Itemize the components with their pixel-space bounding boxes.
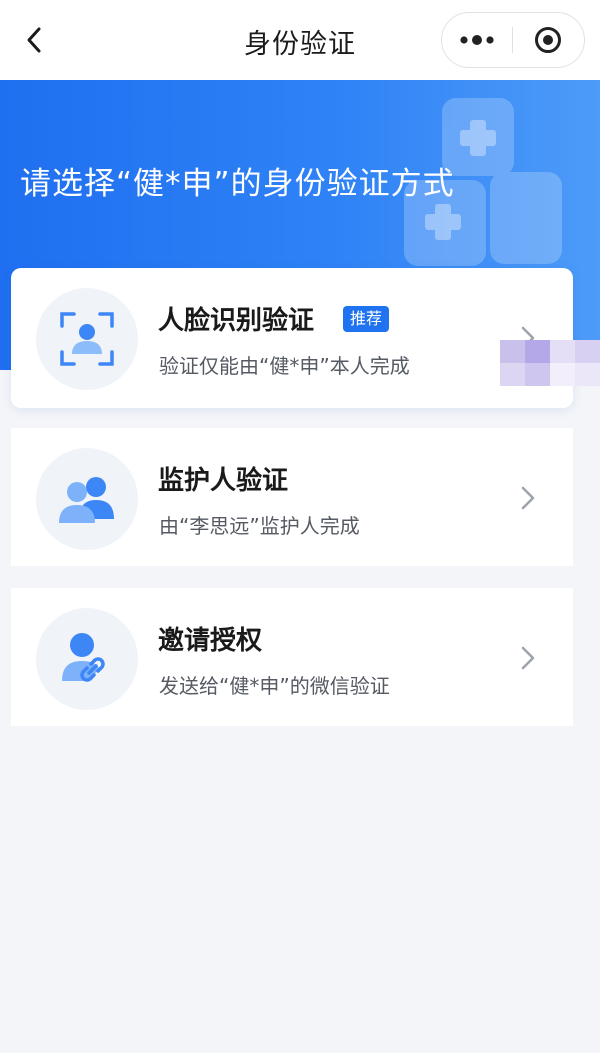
option-description: 由“李思远”监护人完成 — [159, 514, 360, 538]
recommend-badge: 推荐 — [343, 306, 390, 332]
mini-program-capsule — [441, 12, 585, 68]
option-icon-circle — [36, 608, 138, 710]
face-recognition-option[interactable]: 人脸识别验证 推荐 验证仅能由“健*申”本人完成 — [11, 268, 573, 408]
pixelated-redaction — [500, 340, 600, 386]
more-dots-icon — [460, 35, 494, 45]
guardian-verification-option[interactable]: 监护人验证 由“李思远”监护人完成 — [11, 428, 573, 566]
banner-title: 请选择“健*申”的身份验证方式 — [20, 166, 455, 202]
invite-authorization-option[interactable]: 邀请授权 发送给“健*申”的微信验证 — [11, 588, 573, 726]
face-scan-icon — [60, 312, 114, 366]
option-description: 发送给“健*申”的微信验证 — [159, 674, 390, 698]
chevron-right-icon — [521, 486, 535, 510]
option-description: 验证仅能由“健*申”本人完成 — [159, 354, 410, 378]
guardian-users-icon — [59, 477, 114, 523]
close-button[interactable] — [513, 13, 585, 67]
nav-bar: 身份验证 — [0, 0, 600, 80]
invite-link-icon — [62, 633, 105, 682]
option-icon-circle — [36, 448, 138, 550]
option-title: 邀请授权 — [158, 626, 263, 656]
option-title: 监护人验证 — [158, 466, 289, 496]
target-close-icon — [535, 27, 562, 53]
more-button[interactable] — [442, 13, 512, 67]
option-icon-circle — [36, 288, 138, 390]
option-title: 人脸识别验证 — [158, 306, 315, 336]
chevron-right-icon — [521, 646, 535, 670]
